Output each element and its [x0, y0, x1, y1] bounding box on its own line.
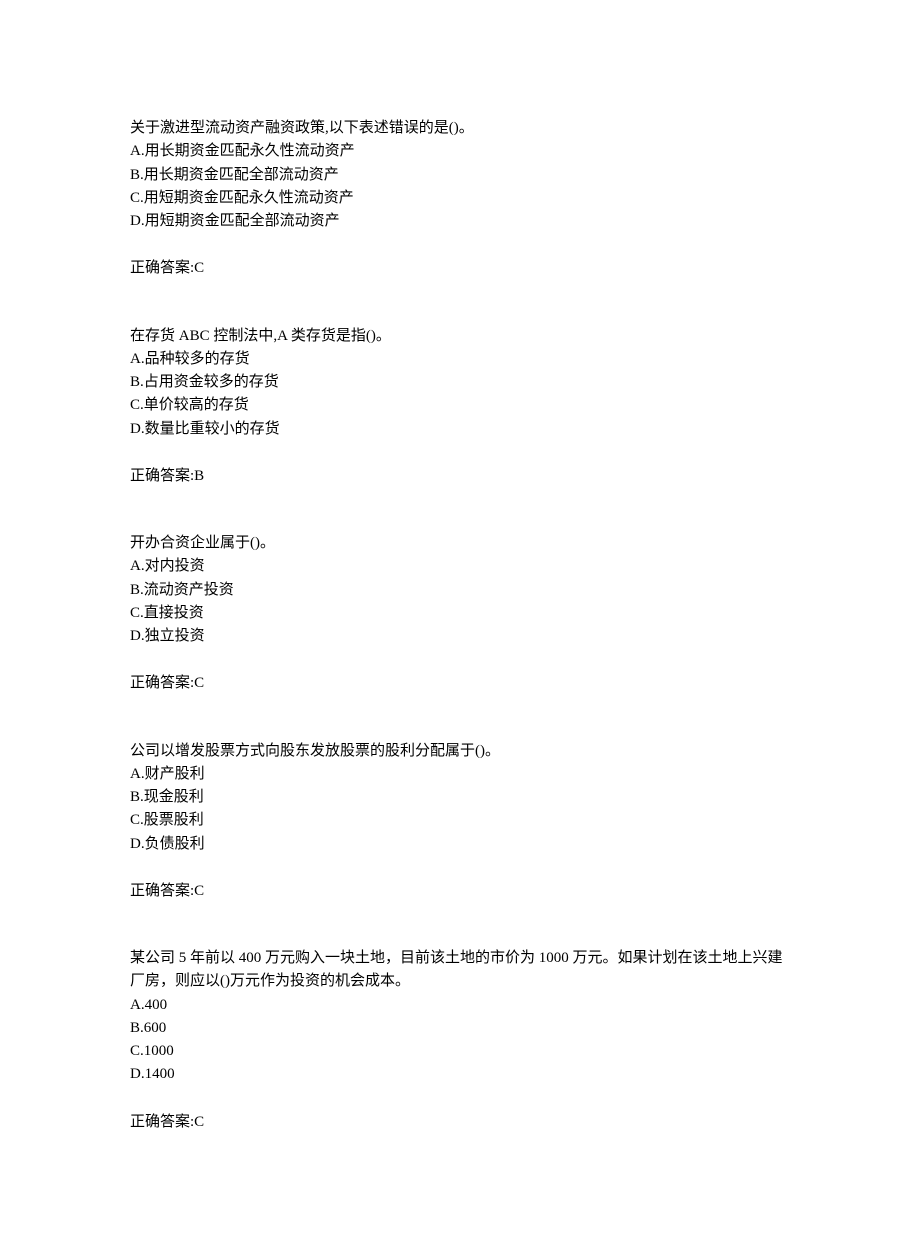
question-option: A.品种较多的存货 — [130, 348, 790, 371]
question-option: B.流动资产投资 — [130, 579, 790, 602]
question-option: C.用短期资金匹配永久性流动资产 — [130, 187, 790, 210]
question-block: 关于激进型流动资产融资政策,以下表述错误的是()。 A.用长期资金匹配永久性流动… — [130, 117, 790, 281]
question-answer: 正确答案:B — [130, 465, 790, 488]
answer-value: C — [194, 883, 204, 899]
question-option: C.单价较高的存货 — [130, 394, 790, 417]
question-option: D.负债股利 — [130, 833, 790, 856]
answer-value: C — [194, 675, 204, 691]
answer-label: 正确答案: — [130, 260, 194, 276]
question-option: D.数量比重较小的存货 — [130, 418, 790, 441]
question-stem: 开办合资企业属于()。 — [130, 532, 790, 555]
question-option: B.600 — [130, 1017, 790, 1040]
document-page: 关于激进型流动资产融资政策,以下表述错误的是()。 A.用长期资金匹配永久性流动… — [0, 0, 920, 1238]
question-block: 在存货 ABC 控制法中,A 类存货是指()。 A.品种较多的存货 B.占用资金… — [130, 325, 790, 489]
question-option: D.用短期资金匹配全部流动资产 — [130, 210, 790, 233]
answer-label: 正确答案: — [130, 883, 194, 899]
question-stem: 在存货 ABC 控制法中,A 类存货是指()。 — [130, 325, 790, 348]
answer-value: C — [194, 260, 204, 276]
question-block: 某公司 5 年前以 400 万元购入一块土地，目前该土地的市价为 1000 万元… — [130, 947, 790, 1134]
question-option: B.现金股利 — [130, 786, 790, 809]
question-stem: 关于激进型流动资产融资政策,以下表述错误的是()。 — [130, 117, 790, 140]
question-option: C.直接投资 — [130, 602, 790, 625]
question-option: A.400 — [130, 994, 790, 1017]
question-block: 开办合资企业属于()。 A.对内投资 B.流动资产投资 C.直接投资 D.独立投… — [130, 532, 790, 696]
question-stem: 公司以增发股票方式向股东发放股票的股利分配属于()。 — [130, 740, 790, 763]
answer-value: B — [194, 468, 204, 484]
question-answer: 正确答案:C — [130, 1111, 790, 1134]
question-block: 公司以增发股票方式向股东发放股票的股利分配属于()。 A.财产股利 B.现金股利… — [130, 740, 790, 904]
question-option: B.用长期资金匹配全部流动资产 — [130, 164, 790, 187]
question-option: D.1400 — [130, 1063, 790, 1086]
question-option: A.用长期资金匹配永久性流动资产 — [130, 140, 790, 163]
question-answer: 正确答案:C — [130, 672, 790, 695]
answer-label: 正确答案: — [130, 675, 194, 691]
question-option: A.对内投资 — [130, 555, 790, 578]
question-option: D.独立投资 — [130, 625, 790, 648]
answer-label: 正确答案: — [130, 1114, 194, 1130]
question-answer: 正确答案:C — [130, 257, 790, 280]
question-option: C.1000 — [130, 1040, 790, 1063]
question-option: B.占用资金较多的存货 — [130, 371, 790, 394]
question-option: A.财产股利 — [130, 763, 790, 786]
answer-value: C — [194, 1114, 204, 1130]
answer-label: 正确答案: — [130, 468, 194, 484]
question-option: C.股票股利 — [130, 809, 790, 832]
question-answer: 正确答案:C — [130, 880, 790, 903]
question-stem: 某公司 5 年前以 400 万元购入一块土地，目前该土地的市价为 1000 万元… — [130, 947, 790, 994]
